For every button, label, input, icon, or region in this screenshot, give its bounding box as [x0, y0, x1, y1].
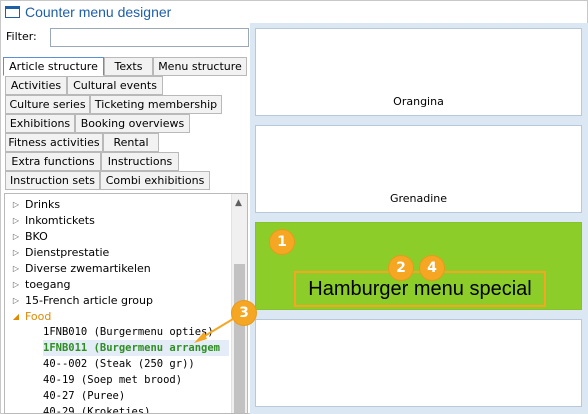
callout-arrow [194, 312, 244, 343]
callout-arrow-head [194, 332, 207, 343]
